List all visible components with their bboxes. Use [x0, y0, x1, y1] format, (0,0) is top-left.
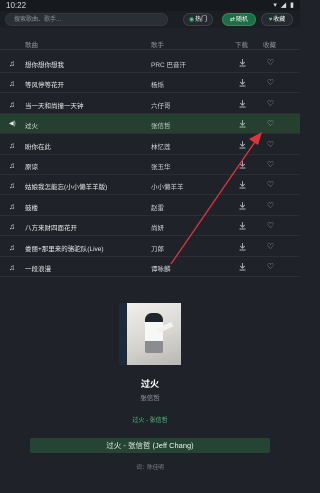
music-note-icon: ♫: [9, 222, 15, 232]
lyric-next: 词：陈佳明: [136, 465, 164, 471]
song-title: 想你想你想我: [25, 62, 64, 69]
song-artist: 刀郎: [151, 245, 164, 253]
song-title: 盼你在此: [25, 143, 51, 151]
music-note-icon: ♫: [9, 242, 15, 252]
top-bar: 搜索歌曲、歌手... ◉热门 ⇄随机 ♥收藏: [0, 11, 300, 28]
header-favorite: 收藏: [263, 42, 276, 49]
download-icon[interactable]: [238, 262, 247, 271]
table-row[interactable]: ♫ 一段浪漫 谭咏麟 ♡: [0, 257, 300, 277]
song-artist: 赵雷: [151, 204, 164, 212]
album-cover: [119, 303, 181, 365]
song-title: 姑娘我怎能忘(小小懒羊羊版): [25, 184, 108, 192]
song-title: 一段浪漫: [25, 266, 51, 273]
music-note-icon: ♫: [9, 79, 15, 89]
song-title: 八方来财四面花开: [25, 225, 77, 233]
song-artist: 谭咏麟: [151, 266, 171, 273]
favorite-heart-icon[interactable]: ♡: [266, 180, 275, 189]
music-note-icon: ♫: [9, 181, 15, 191]
table-row[interactable]: ♫ 等风停等花开 杨烁 ♡: [0, 73, 300, 94]
song-title: 鼓楼: [25, 204, 38, 212]
hot-button[interactable]: ◉热门: [183, 13, 213, 26]
download-icon[interactable]: [238, 140, 247, 149]
download-icon[interactable]: [238, 160, 247, 169]
favorites-button[interactable]: ♥收藏: [261, 13, 293, 26]
lyric-current: 过火 - 张信哲: [132, 418, 168, 424]
song-title: 过火: [25, 123, 38, 131]
battery-icon: ▮: [290, 2, 295, 9]
download-icon[interactable]: [238, 119, 247, 128]
music-note-icon: ♫: [9, 140, 15, 150]
favorite-heart-icon[interactable]: ♡: [266, 242, 275, 251]
table-row[interactable]: ♫ 原谅 张玉华 ♡: [0, 155, 300, 175]
header-download: 下载: [235, 42, 248, 49]
song-artist: 张玉华: [151, 164, 171, 171]
status-time: 10:22: [6, 1, 27, 10]
signal-icon: ◢: [280, 2, 288, 9]
table-row[interactable]: ♫ 娄丽+那里来的骆驼队(Live) 刀郎 ♡: [0, 237, 300, 257]
song-title: 原谅: [25, 164, 38, 171]
table-row[interactable]: ♫ 当一天和尚撞一天钟 六仔哥 ♡: [0, 94, 300, 114]
hot-label: 热门: [195, 17, 208, 23]
favorite-heart-icon[interactable]: ♡: [266, 221, 275, 230]
music-note-icon: ♫: [9, 99, 15, 109]
favorite-heart-icon[interactable]: ♡: [266, 201, 275, 210]
header-song: 歌曲: [25, 42, 38, 49]
song-title: 等风停等花开: [25, 82, 64, 90]
now-playing-artist: 张信哲: [140, 395, 160, 402]
download-icon[interactable]: [238, 201, 247, 210]
random-label: 随机: [236, 17, 249, 23]
status-bar: 10:22 ▾ ◢ ▮: [0, 0, 300, 11]
song-title: 娄丽+那里来的骆驼队(Live): [25, 245, 104, 253]
shuffle-icon: ⇄: [229, 17, 235, 23]
table-row[interactable]: ♫ 想你想你想我 PRC 巴音汗 ♡: [0, 53, 300, 73]
download-icon[interactable]: [238, 242, 247, 251]
wifi-icon: ▾: [273, 2, 278, 9]
song-artist: 六仔哥: [151, 102, 171, 110]
table-row[interactable]: ♫ 盼你在此 林忆莲 ♡: [0, 135, 300, 155]
download-icon[interactable]: [238, 99, 247, 108]
fire-icon: ◉: [188, 17, 195, 23]
random-button[interactable]: ⇄随机: [222, 13, 256, 26]
favorite-heart-icon[interactable]: ♡: [266, 58, 275, 67]
song-artist: 张信哲: [151, 123, 171, 131]
song-artist: 杨烁: [151, 82, 164, 90]
song-artist: 小小懒羊羊: [151, 184, 184, 192]
song-artist: 林忆莲: [151, 143, 171, 151]
search-input[interactable]: 搜索歌曲、歌手...: [5, 13, 168, 26]
table-row[interactable]: ♫ 姑娘我怎能忘(小小懒羊羊版) 小小懒羊羊 ♡: [0, 175, 300, 196]
favorite-heart-icon[interactable]: ♡: [266, 262, 275, 271]
table-row[interactable]: ◀) 过火 张信哲 ♡: [0, 114, 300, 135]
favorite-heart-icon[interactable]: ♡: [266, 78, 275, 87]
music-note-icon: ♫: [9, 161, 15, 170]
music-note-icon: ♫: [9, 263, 15, 272]
song-artist: 尚妍: [151, 225, 164, 233]
table-row[interactable]: ♫ 八方来财四面花开 尚妍 ♡: [0, 216, 300, 237]
favorite-heart-icon[interactable]: ♡: [266, 119, 275, 128]
speaker-icon: ◀): [9, 121, 16, 128]
download-icon[interactable]: [238, 221, 247, 230]
table-row[interactable]: ♫ 鼓楼 赵雷 ♡: [0, 196, 300, 216]
favorite-heart-icon[interactable]: ♡: [266, 140, 275, 149]
download-icon[interactable]: [238, 180, 247, 189]
now-playing-title: 过火: [140, 379, 159, 389]
music-note-icon: ♫: [9, 201, 15, 211]
table-header: 歌曲 歌手 下载 收藏: [0, 36, 300, 50]
heart-icon: ♥: [268, 17, 273, 23]
lyric-highlight: 过火 - 张信哲 (Jeff Chang): [30, 438, 270, 453]
song-title: 当一天和尚撞一天钟: [25, 102, 84, 110]
song-artist: PRC 巴音汗: [151, 62, 187, 69]
favorite-heart-icon[interactable]: ♡: [266, 99, 275, 108]
music-note-icon: ♫: [9, 59, 15, 68]
favorites-label: 收藏: [273, 17, 286, 23]
header-artist: 歌手: [151, 42, 164, 49]
download-icon[interactable]: [238, 78, 247, 87]
favorite-heart-icon[interactable]: ♡: [266, 160, 275, 169]
status-icons: ▾ ◢ ▮: [273, 1, 295, 9]
download-icon[interactable]: [238, 58, 247, 67]
